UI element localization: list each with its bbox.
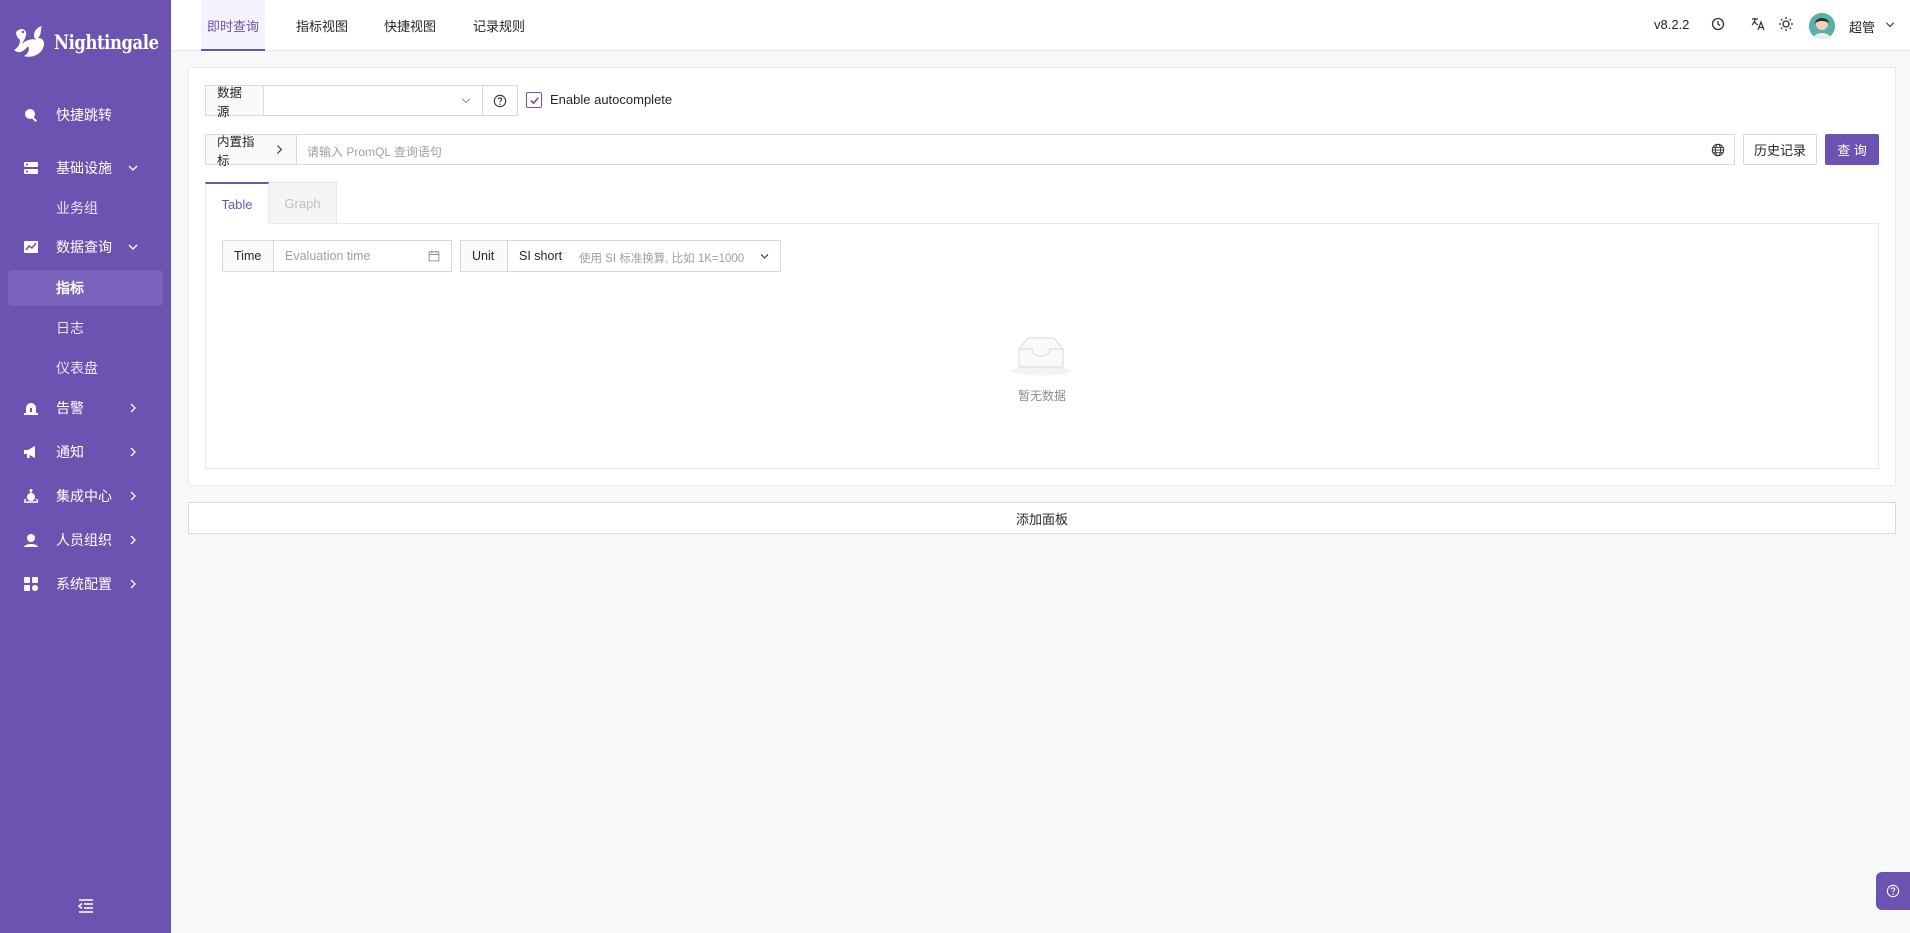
logo[interactable]: Nightingale (12, 22, 182, 62)
theme-sun-icon[interactable] (1778, 16, 1794, 32)
nav-people-label: 人员组织 (56, 532, 112, 548)
line-chart-icon (22, 238, 40, 256)
empty-text: 暂无数据 (1018, 389, 1067, 403)
sidebar-item-logs[interactable]: 日志 (8, 310, 163, 346)
datasource-help-button[interactable] (482, 85, 518, 116)
tab-table[interactable]: Table (205, 182, 269, 224)
promql-placeholder: 请输入 PromQL 查询语句 (307, 145, 442, 159)
nav-notify-label: 通知 (56, 444, 84, 460)
chevron-right-icon (277, 145, 283, 154)
chevron-right-icon (130, 403, 136, 413)
question-circle-icon (493, 94, 507, 107)
nav-integration[interactable]: 集成中心 (8, 479, 163, 513)
sidebar: Nightingale 快捷跳转 基础设施 业务组 数据查询 指标 日志 仪表盘… (0, 0, 171, 933)
nav-infra-label: 基础设施 (56, 160, 112, 176)
unit-select[interactable]: SI short 使用 SI 标准换算, 比如 1K=1000 (507, 240, 781, 272)
tab-instant-query[interactable]: 即时查询 (201, 0, 266, 51)
nav-integration-label: 集成中心 (56, 488, 112, 504)
chevron-down-icon (128, 165, 138, 171)
username[interactable]: 超管 (1849, 17, 1875, 36)
chevron-right-icon (130, 447, 136, 457)
chevron-right-icon (130, 535, 136, 545)
query-button[interactable]: 查 询 (1825, 134, 1879, 165)
floating-help-button[interactable] (1876, 872, 1910, 910)
alarm-light-icon (22, 399, 40, 417)
tab-quick-view[interactable]: 快捷视图 (378, 0, 442, 51)
nav-system[interactable]: 系统配置 (8, 567, 163, 601)
collapse-menu-icon[interactable] (77, 898, 95, 914)
apps-grid-icon (22, 575, 40, 593)
datasource-select[interactable] (263, 85, 483, 116)
check-icon (529, 96, 539, 104)
time-label: Time (222, 240, 274, 272)
history-icon[interactable] (1710, 16, 1726, 32)
globe-icon[interactable] (1711, 143, 1725, 157)
tab-graph[interactable]: Graph (268, 182, 337, 224)
nav-quick-jump[interactable]: 快捷跳转 (8, 98, 163, 132)
integration-icon (22, 487, 40, 505)
chevron-down-icon[interactable] (1884, 19, 1896, 31)
unit-value: SI short (519, 249, 563, 263)
logo-text: Nightingale (54, 30, 159, 54)
user-icon (22, 531, 40, 549)
nav-data-query[interactable]: 数据查询 (8, 230, 163, 264)
unit-hint: 使用 SI 标准换算, 比如 1K=1000 (579, 253, 745, 265)
evaluation-time-placeholder: Evaluation time (285, 249, 371, 263)
history-button[interactable]: 历史记录 (1743, 134, 1817, 165)
sidebar-item-business-group[interactable]: 业务组 (8, 190, 163, 226)
megaphone-icon (22, 443, 40, 461)
chevron-down-icon (128, 244, 138, 250)
chevron-down-icon (461, 98, 471, 104)
nav-people[interactable]: 人员组织 (8, 523, 163, 557)
empty-inbox-icon (1011, 337, 1071, 376)
avatar[interactable] (1809, 13, 1835, 39)
nightingale-bird-icon (14, 26, 45, 57)
datasource-label: 数据源 (205, 85, 264, 119)
nav-notify[interactable]: 通知 (8, 435, 163, 469)
autocomplete-checkbox[interactable] (526, 92, 542, 108)
evaluation-time-picker[interactable]: Evaluation time (273, 240, 452, 272)
translate-icon[interactable] (1750, 16, 1766, 32)
chevron-down-icon (760, 254, 769, 259)
chevron-right-icon (130, 491, 136, 501)
nav-quick-jump-label: 快捷跳转 (56, 107, 112, 123)
question-circle-icon (1886, 884, 1900, 898)
builtin-metrics-button[interactable]: 内置指标 (205, 134, 297, 168)
server-icon (22, 159, 40, 177)
chevron-right-icon (130, 579, 136, 589)
nav-alert[interactable]: 告警 (8, 391, 163, 425)
sidebar-item-metrics[interactable]: 指标 (8, 270, 163, 306)
top-bar: 即时查询 指标视图 快捷视图 记录规则 (171, 0, 1910, 51)
tab-recording-rules[interactable]: 记录规则 (467, 0, 531, 51)
sidebar-item-dashboard[interactable]: 仪表盘 (8, 350, 163, 386)
promql-input[interactable]: 请输入 PromQL 查询语句 (296, 134, 1735, 165)
builtin-metrics-label: 内置指标 (217, 134, 255, 168)
search-icon (22, 106, 40, 124)
autocomplete-label[interactable]: Enable autocomplete (550, 92, 672, 107)
nav-system-label: 系统配置 (56, 576, 112, 592)
tab-metric-view[interactable]: 指标视图 (290, 0, 354, 51)
nav-alert-label: 告警 (56, 400, 84, 416)
nav-infra[interactable]: 基础设施 (8, 151, 163, 185)
calendar-icon (428, 250, 440, 262)
add-panel-button[interactable]: 添加面板 (188, 502, 1896, 534)
version-label: v8.2.2 (1654, 17, 1690, 32)
unit-label: Unit (460, 240, 508, 272)
nav-data-query-label: 数据查询 (56, 239, 112, 255)
